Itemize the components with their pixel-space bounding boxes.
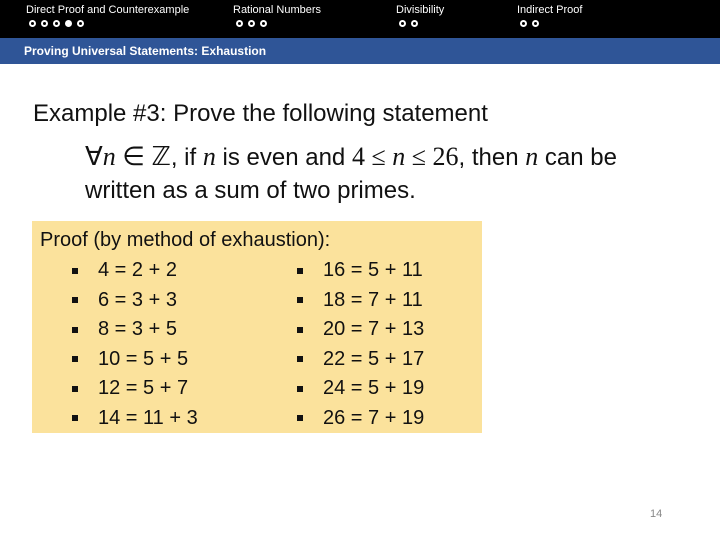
bullet-icon [72,267,78,274]
list-item: 20 = 7 + 13 [297,315,424,345]
list-item: 12 = 5 + 7 [72,374,198,404]
list-item: 6 = 3 + 3 [72,286,198,316]
statement-text: , then [458,144,526,171]
frame-subtitle: Proving Universal Statements: Exhaustion [24,44,267,58]
equation: 22 = 5 + 17 [323,347,425,370]
equation: 4 = 2 + 2 [98,259,177,282]
list-item: 4 = 2 + 2 [72,256,198,286]
slide-heading: Example #3: Prove the following statemen… [33,100,488,127]
slide-dot[interactable] [236,20,243,27]
nav-dots [517,20,582,27]
frame-subtitle-bar: Proving Universal Statements: Exhaustion [0,38,720,64]
bullet-icon [297,356,303,363]
equation: 14 = 11 + 3 [98,406,198,429]
list-item: 10 = 5 + 5 [72,345,198,375]
bullet-icon [297,415,303,422]
bullet-icon [72,415,78,422]
equation: 24 = 5 + 19 [323,377,425,400]
list-item: 8 = 3 + 5 [72,315,198,345]
theorem-statement: ∀n ∈ ℤ, if n is even and 4 ≤ n ≤ 26, the… [85,140,685,207]
list-item: 14 = 11 + 3 [72,404,198,434]
proof-box: Proof (by method of exhaustion): 4 = 2 +… [32,221,482,433]
slide-dot-current[interactable] [65,20,72,27]
nav-section-title: Direct Proof and Counterexample [26,4,190,16]
slide-dot[interactable] [29,20,36,27]
math-bound: ≤ 26 [405,142,459,171]
slide-dot[interactable] [399,20,406,27]
slide-dot[interactable] [260,20,267,27]
list-item: 16 = 5 + 11 [297,256,424,286]
page-number: 14 [650,508,663,520]
equation: 16 = 5 + 11 [323,259,423,282]
proof-title: Proof (by method of exhaustion): [40,229,331,251]
equation: 8 = 3 + 5 [98,318,177,341]
list-item: 22 = 5 + 17 [297,345,424,375]
list-item: 24 = 5 + 19 [297,374,424,404]
bullet-icon [297,297,303,304]
statement-text: , if [170,144,203,171]
bullet-icon [72,356,78,363]
statement-text: is even and [215,144,352,171]
list-item: 18 = 7 + 11 [297,286,424,316]
slide-dot[interactable] [248,20,255,27]
nav-dots [26,20,189,27]
equation: 10 = 5 + 5 [98,347,189,370]
equation: 26 = 7 + 19 [323,406,425,429]
math-var: n [202,142,216,171]
list-item: 26 = 7 + 19 [297,404,424,434]
section-navigation: Direct Proof and Counterexample Rational… [0,0,720,38]
math-var: n [392,142,406,171]
bullet-icon [297,385,303,392]
equation: 20 = 7 + 13 [323,318,425,341]
forall-symbol: ∀ [85,142,103,171]
slide-dot[interactable] [77,20,84,27]
math-bound: 4 ≤ [351,142,393,171]
bullet-icon [72,326,78,333]
slide-dot[interactable] [411,20,418,27]
nav-section-indirect-proof[interactable]: Indirect Proof [517,4,582,27]
proof-column-right: 16 = 5 + 11 18 = 7 + 11 20 = 7 + 13 22 =… [297,256,424,433]
element-of-symbol: ∈ [115,142,152,171]
equation: 12 = 5 + 7 [98,377,189,400]
nav-section-title: Rational Numbers [233,4,322,16]
nav-section-title: Indirect Proof [517,4,583,16]
math-var: n [525,142,539,171]
math-var: n [102,142,116,171]
nav-section-title: Divisibility [396,4,445,16]
nav-section-rational-numbers[interactable]: Rational Numbers [233,4,321,27]
slide-dot[interactable] [520,20,527,27]
nav-section-divisibility[interactable]: Divisibility [396,4,444,27]
proof-column-left: 4 = 2 + 2 6 = 3 + 3 8 = 3 + 5 10 = 5 + 5… [72,256,198,433]
bullet-icon [72,297,78,304]
bullet-icon [297,326,303,333]
integers-symbol: ℤ [151,142,171,171]
slide-dot[interactable] [532,20,539,27]
slide-dot[interactable] [53,20,60,27]
equation: 6 = 3 + 3 [98,288,177,311]
bullet-icon [297,267,303,274]
nav-dots [233,20,321,27]
nav-section-direct-proof[interactable]: Direct Proof and Counterexample [26,4,189,27]
equation: 18 = 7 + 11 [323,288,423,311]
slide-dot[interactable] [41,20,48,27]
bullet-icon [72,385,78,392]
nav-dots [396,20,444,27]
